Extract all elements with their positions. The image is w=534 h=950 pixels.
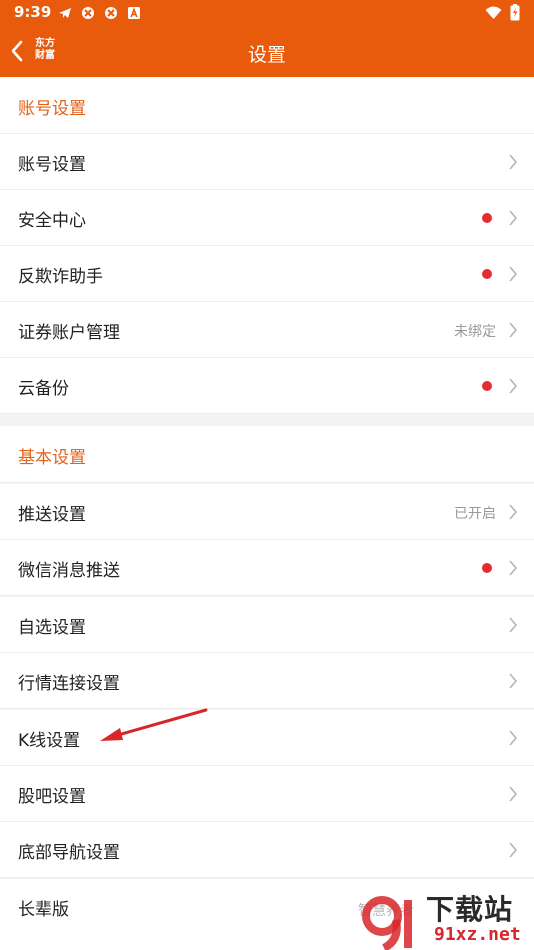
- setting-row-securities-account[interactable]: 证券账户管理 未绑定: [0, 302, 534, 358]
- chevron-right-icon: [508, 785, 518, 803]
- chevron-right-icon: [508, 377, 518, 395]
- notification-icons: [58, 5, 141, 19]
- telegram-icon: [58, 5, 72, 19]
- setting-row-account[interactable]: 账号设置: [0, 134, 534, 190]
- row-label: 行情连接设置: [18, 674, 120, 694]
- section-title: 基本设置: [18, 448, 86, 468]
- row-label: 账号设置: [18, 155, 86, 175]
- row-label: K线设置: [18, 731, 81, 751]
- chevron-right-icon: [508, 265, 518, 283]
- chevron-right-icon: [508, 153, 518, 171]
- section-title: 账号设置: [18, 99, 86, 119]
- section-header-account: 账号设置: [0, 77, 534, 134]
- row-value: 已开启: [454, 506, 496, 522]
- chevron-right-icon: [508, 729, 518, 747]
- page-title: 设置: [247, 44, 286, 66]
- section-divider: [0, 414, 534, 426]
- setting-row-market-connection[interactable]: 行情连接设置: [0, 653, 534, 709]
- watermark-logo-icon: [362, 896, 412, 950]
- row-label: 股吧设置: [18, 787, 86, 807]
- row-label: 安全中心: [18, 211, 86, 231]
- red-dot-badge: [482, 563, 492, 573]
- watermark-url: 91xz.net: [434, 924, 521, 945]
- chevron-right-icon: [508, 321, 518, 339]
- app-notification-icon-2: [104, 5, 118, 19]
- red-dot-badge: [482, 381, 492, 391]
- row-label: 推送设置: [18, 505, 86, 525]
- wifi-icon: [485, 5, 502, 24]
- row-label: 反欺诈助手: [18, 267, 103, 287]
- row-label: 证券账户管理: [18, 323, 120, 343]
- row-label: 长辈版: [18, 900, 69, 920]
- chevron-right-icon: [508, 616, 518, 634]
- system-icons: [485, 4, 520, 25]
- setting-row-watchlist[interactable]: 自选设置: [0, 597, 534, 653]
- chevron-right-icon: [508, 841, 518, 859]
- chevron-right-icon: [508, 559, 518, 577]
- section-header-basic: 基本设置: [0, 426, 534, 483]
- red-dot-badge: [482, 269, 492, 279]
- setting-row-wechat-push[interactable]: 微信消息推送: [0, 540, 534, 596]
- setting-row-push[interactable]: 推送设置 已开启: [0, 484, 534, 540]
- chevron-right-icon: [508, 209, 518, 227]
- title-bar: 东方 财富 设置: [0, 26, 534, 77]
- watermark-title: 下载站: [426, 893, 514, 926]
- setting-row-guba[interactable]: 股吧设置: [0, 766, 534, 822]
- app-notification-icon: [81, 5, 95, 19]
- setting-row-security-center[interactable]: 安全中心: [0, 190, 534, 246]
- chevron-right-icon: [508, 503, 518, 521]
- battery-icon: [510, 4, 520, 25]
- annotation-arrow-icon: [100, 708, 208, 741]
- row-value: 未绑定: [454, 324, 496, 340]
- row-label: 微信消息推送: [18, 561, 120, 581]
- watermark: 智慧养者 下载站 91xz.net: [358, 886, 534, 950]
- status-bar: 9:39: [0, 0, 534, 26]
- chevron-right-icon: [508, 672, 518, 690]
- setting-row-kline[interactable]: K线设置: [0, 710, 534, 766]
- setting-row-bottom-nav[interactable]: 底部导航设置: [0, 822, 534, 878]
- a-box-icon: [127, 5, 141, 19]
- setting-row-cloud-backup[interactable]: 云备份: [0, 358, 534, 414]
- row-label: 自选设置: [18, 618, 86, 638]
- status-time: 9:39: [14, 3, 52, 21]
- setting-row-anti-fraud[interactable]: 反欺诈助手: [0, 246, 534, 302]
- row-label: 底部导航设置: [18, 843, 120, 863]
- red-dot-badge: [482, 213, 492, 223]
- row-label: 云备份: [18, 379, 69, 399]
